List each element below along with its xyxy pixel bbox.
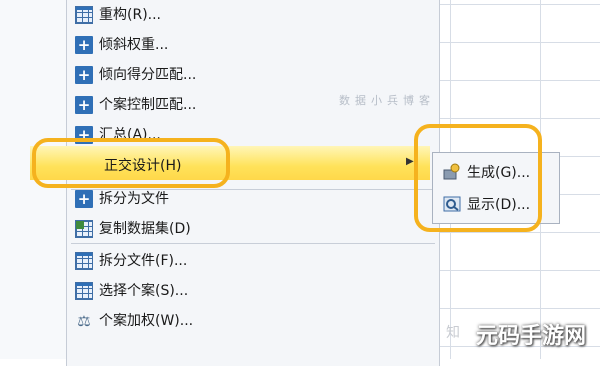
watermark: 数据小兵博客 [339,94,435,107]
submenu-arrow-icon: ▶ [406,156,414,167]
plus-icon: + [75,96,93,114]
menu-item-label: 选择个案(S)... [99,283,189,299]
table-icon [75,282,93,300]
menu-item-split-into-files[interactable]: + 拆分为文件 [67,184,439,214]
menu-item-restructure[interactable]: 重构(R)... [67,0,439,30]
plus-icon: + [75,36,93,54]
menu-item-label: 倾斜权重... [99,37,169,53]
menu-item-copy-dataset[interactable]: 复制数据集(D) [67,214,439,244]
menu-item-label: 倾向得分匹配... [99,67,197,83]
dataset-icon [75,220,93,238]
menu-item-label: 个案控制匹配... [99,97,197,113]
menu-item-label: 个案加权(W)... [99,313,194,329]
menu-item-rake-weights[interactable]: + 倾斜权重... [67,30,439,60]
menu-separator [71,243,435,244]
menu-item-propensity-matching[interactable]: + 倾向得分匹配... [67,60,439,90]
zhihu-watermark: 知 [446,325,460,341]
menu-item-split-file[interactable]: 拆分文件(F)... [67,246,439,276]
plus-icon: + [75,190,93,208]
menu-item-label: 拆分为文件 [99,191,169,207]
menu-item-label: 拆分文件(F)... [99,253,188,269]
table-icon [75,252,93,270]
menu-item-label: 重构(R)... [99,7,162,23]
annotation-ring-menu-item [32,138,230,188]
menu-item-select-cases[interactable]: 选择个案(S)... [67,276,439,306]
annotation-ring-submenu [414,124,542,232]
plus-icon: + [75,66,93,84]
menu-item-label: 复制数据集(D) [99,221,191,237]
brand-watermark: 元码手游网 [476,324,587,349]
menu-item-weight-cases[interactable]: ⚖ 个案加权(W)... [67,306,439,336]
table-icon [75,6,93,24]
weight-icon: ⚖ [77,312,91,330]
